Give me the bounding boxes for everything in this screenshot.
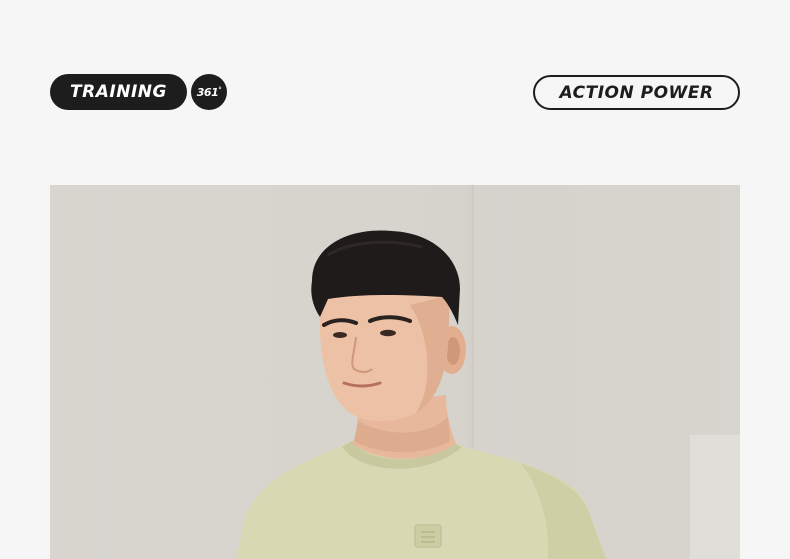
training-label: TRAINING [70,82,167,102]
model-illustration [236,185,740,559]
training-pill: TRAINING [50,74,187,110]
brand-logo-text: 361° [196,85,222,99]
action-power-label: ACTION POWER [559,82,714,103]
product-photo [50,185,740,559]
brand-logo-icon: 361° [191,74,227,110]
action-power-badge: ACTION POWER [533,75,740,110]
training-badge: TRAINING 361° [50,74,227,110]
